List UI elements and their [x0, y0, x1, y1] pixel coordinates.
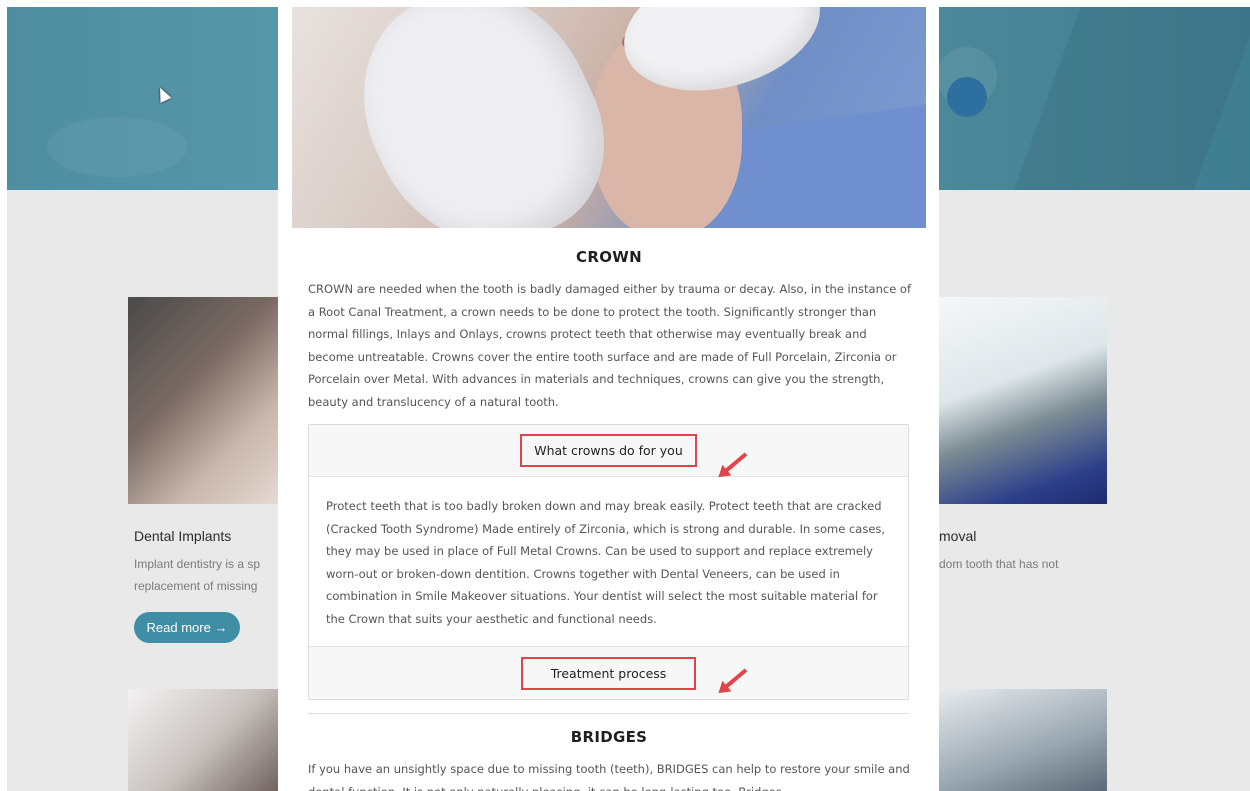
section-divider — [308, 713, 909, 714]
card-title-wisdom-tooth-removal: moval — [939, 528, 977, 544]
accordion-header-what-crowns-do[interactable]: What crowns do for you — [309, 425, 908, 477]
crown-description: CROWN are needed when the tooth is badly… — [308, 282, 912, 409]
service-card-image — [937, 689, 1107, 791]
image-detail — [327, 7, 637, 228]
read-more-button[interactable]: Read more → — [134, 612, 240, 643]
hero-decoration — [947, 77, 987, 117]
section-title-bridges: BRIDGES — [570, 728, 648, 746]
dental-implants-image — [128, 297, 288, 504]
crown-accordion: What crowns do for you Protect teeth tha… — [308, 424, 909, 700]
card-text: dom tooth that has not — [939, 557, 1059, 571]
service-detail-modal: CROWN CROWN are needed when the tooth is… — [278, 0, 939, 791]
accordion-panel-what-crowns-do: Protect teeth that is too badly broken d… — [309, 477, 908, 647]
accordion-label[interactable]: What crowns do for you — [520, 434, 697, 467]
card-text: replacement of missing — [134, 579, 258, 593]
bridges-description: If you have an unsightly space due to mi… — [308, 762, 910, 791]
hero-decoration — [47, 117, 187, 177]
card-text: Implant dentistry is a sp — [134, 557, 261, 571]
accordion-label[interactable]: Treatment process — [520, 656, 697, 690]
hero-decoration — [1013, 7, 1250, 190]
service-card-image — [128, 689, 288, 791]
crown-treatment-image — [292, 7, 926, 228]
accordion-header-treatment-process[interactable]: Treatment process — [309, 647, 908, 699]
section-title-crown: CROWN — [576, 248, 642, 266]
wisdom-tooth-image — [937, 297, 1107, 504]
card-title-dental-implants: Dental Implants — [134, 528, 232, 544]
